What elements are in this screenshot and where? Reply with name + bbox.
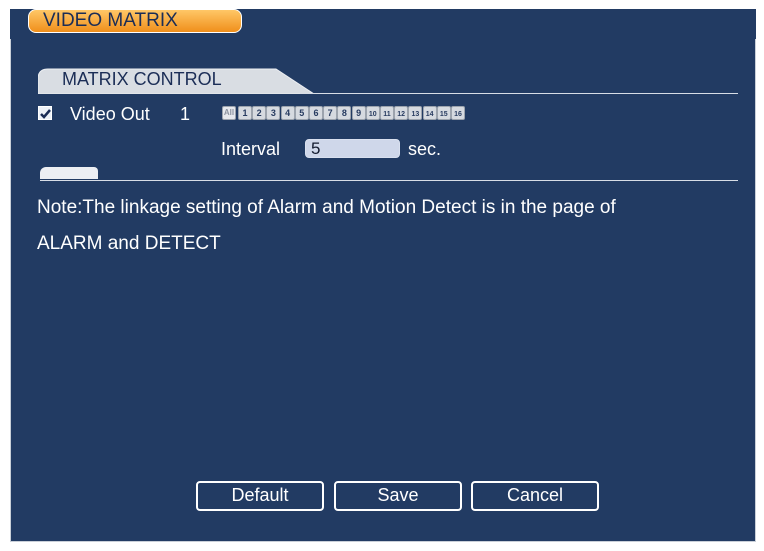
video-out-checkbox[interactable]	[38, 106, 52, 120]
channel-13-label: 13	[411, 111, 420, 118]
default-button[interactable]: Default	[196, 481, 324, 511]
channel-16-button[interactable]: 16	[451, 106, 465, 120]
channel-15-label: 15	[439, 111, 448, 118]
window-title: VIDEO MATRIX	[28, 9, 242, 33]
video-out-label: Video Out	[70, 104, 150, 124]
note-divider	[40, 180, 738, 181]
channel-6-label: 6	[313, 108, 319, 118]
channel-5-button[interactable]: 5	[294, 106, 309, 120]
channel-14-label: 14	[425, 111, 434, 118]
channel-9-button[interactable]: 9	[351, 106, 366, 120]
channel-14-button[interactable]: 14	[422, 106, 437, 120]
channel-1-button[interactable]: 1	[238, 106, 252, 120]
channel-13-button[interactable]: 13	[408, 106, 423, 120]
channel-all-button[interactable]: All	[222, 106, 236, 120]
video-matrix-window: VIDEO MATRIX MATRIX CONTROL Video Out 1 …	[0, 0, 764, 551]
collapsed-section-tab[interactable]	[40, 167, 98, 179]
note-line-1: Note:The linkage setting of Alarm and Mo…	[37, 197, 616, 218]
check-icon	[40, 109, 51, 119]
channel-3-label: 3	[270, 108, 276, 118]
interval-unit: sec.	[408, 139, 442, 159]
channel-8-button[interactable]: 8	[337, 106, 352, 120]
channel-16-label: 16	[454, 111, 462, 118]
channel-6-button[interactable]: 6	[309, 106, 323, 120]
channel-7-button[interactable]: 7	[323, 106, 338, 120]
channel-12-label: 12	[397, 111, 406, 118]
channel-8-label: 8	[341, 108, 347, 118]
note-line-2: ALARM and DETECT	[37, 233, 221, 254]
section-divider	[300, 93, 738, 94]
channel-10-button[interactable]: 10	[365, 106, 380, 120]
interval-label: Interval	[221, 139, 281, 159]
channel-3-button[interactable]: 3	[266, 106, 281, 120]
save-button[interactable]: Save	[334, 481, 462, 511]
matrix-control-title: MATRIX CONTROL	[62, 69, 222, 89]
cancel-button[interactable]: Cancel	[471, 481, 599, 511]
channel-selector: All 1 2 3 4 5 6 7 8 9 10 11 12 13 14 15 16	[222, 106, 682, 124]
channel-12-button[interactable]: 12	[394, 106, 409, 120]
channel-9-label: 9	[356, 108, 362, 118]
channel-2-label: 2	[256, 108, 262, 118]
channel-15-button[interactable]: 15	[436, 106, 451, 120]
channel-10-label: 10	[368, 111, 377, 118]
channel-2-button[interactable]: 2	[252, 106, 267, 120]
channel-5-label: 5	[299, 108, 305, 118]
channel-4-label: 4	[285, 108, 291, 118]
channel-11-label: 11	[383, 111, 391, 118]
channel-11-button[interactable]: 11	[380, 106, 394, 120]
interval-input[interactable]: 5	[305, 139, 400, 158]
channel-4-button[interactable]: 4	[280, 106, 295, 120]
channel-1-label: 1	[242, 108, 248, 118]
channel-7-label: 7	[327, 108, 333, 118]
video-out-number: 1	[180, 104, 191, 124]
linkage-note: Note:The linkage setting of Alarm and Mo…	[37, 190, 737, 262]
